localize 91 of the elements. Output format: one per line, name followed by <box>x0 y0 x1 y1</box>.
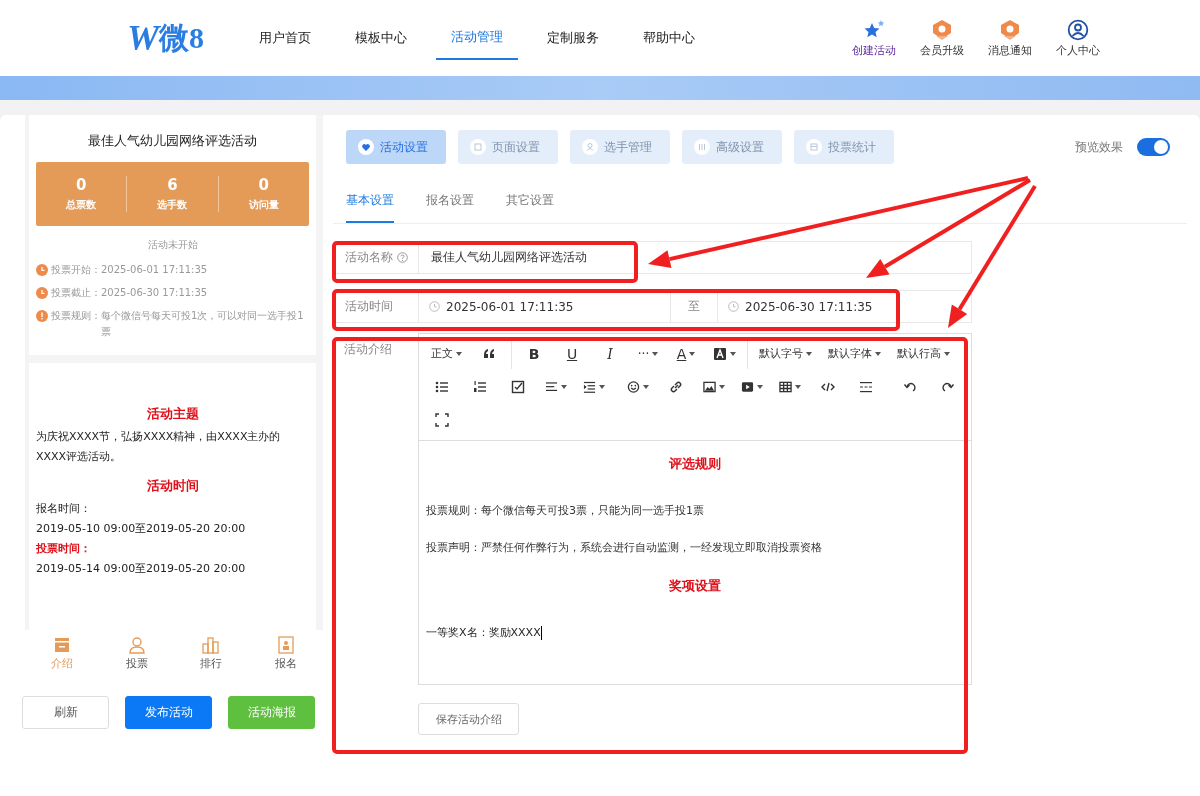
stat-label: 选手数 <box>156 198 189 212</box>
link-icon <box>669 379 683 394</box>
bottom-tab[interactable]: 排行 <box>174 630 249 676</box>
toolbar-button[interactable]: I <box>591 338 629 369</box>
nav-action-link[interactable]: 创建活动 <box>852 42 896 58</box>
numbered-list-icon <box>473 379 487 394</box>
info-value: 2025-06-01 17:11:35 <box>101 263 209 277</box>
clock-icon <box>36 287 48 299</box>
smiley-icon <box>627 379 640 394</box>
body-text: 为庆祝XXXX节，弘扬XXXX精神，由XXXX主办的XXXX评选活动。 <box>36 429 282 465</box>
badge-card-icon <box>276 635 295 654</box>
clock-icon <box>728 301 739 312</box>
toolbar-button[interactable]: 默认字号 <box>751 338 820 369</box>
bottom-tab[interactable]: 报名 <box>248 630 323 676</box>
medal-icon <box>999 18 1021 41</box>
content-heading: 评选规则 <box>668 455 722 473</box>
table-icon <box>806 139 822 155</box>
info-value: 2025-06-30 17:11:35 <box>101 286 209 300</box>
clock-icon <box>429 301 440 312</box>
table-icon <box>779 379 792 394</box>
person-icon <box>127 635 146 654</box>
nav-link[interactable]: 定制服务 <box>532 0 614 76</box>
status-text: 活动未开始 <box>146 238 199 252</box>
section-label: 投票时间： <box>36 541 92 557</box>
sub-tab[interactable]: 其它设置 <box>506 184 554 223</box>
toolbar-button[interactable]: 默认字体 <box>820 338 889 369</box>
text-cursor <box>540 625 542 640</box>
nav-link[interactable]: 帮助中心 <box>628 0 710 76</box>
nav-action-link[interactable]: 个人中心 <box>1056 42 1100 58</box>
medal-icon <box>931 18 953 41</box>
nav-link[interactable]: 活动管理 <box>436 0 518 60</box>
info-label: 投票规则： <box>51 309 101 323</box>
sub-tab[interactable]: 基本设置 <box>346 184 394 223</box>
info-label: 投票开始： <box>51 263 101 277</box>
info-label: 投票截止： <box>51 286 101 300</box>
sub-tab[interactable]: 报名设置 <box>426 184 474 223</box>
paragraph: 一等奖X名：奖励XXXX <box>426 626 541 639</box>
toolbar-button[interactable]: ··· <box>629 338 667 369</box>
logo: W微8 <box>127 17 205 59</box>
refresh-button[interactable]: 刷新 <box>22 696 109 729</box>
content-heading: 奖项设置 <box>668 577 722 595</box>
toolbar-button[interactable]: U <box>553 338 591 369</box>
bottom-tab[interactable]: 投票 <box>99 630 174 676</box>
toolbar-button[interactable]: B <box>515 338 553 369</box>
clock-icon <box>36 264 48 276</box>
preview-switch[interactable] <box>1137 138 1170 156</box>
toggle-label: 预览效果 <box>1075 138 1123 156</box>
list-item: 投票声明：严禁任何作弊行为，系统会进行自动监测，一经发现立即取消投票资格 <box>426 540 823 555</box>
alert-icon <box>36 310 48 322</box>
body-text: 2019-05-10 09:00至2019-05-20 20:00 <box>36 521 247 537</box>
section-heading: 活动主题 <box>145 405 200 423</box>
nav-action-link[interactable]: 会员升级 <box>920 42 964 58</box>
date-field[interactable]: 2025-06-01 17:11:35 <box>419 291 671 322</box>
quote-icon <box>482 346 496 361</box>
divider-icon <box>859 379 873 394</box>
bulleted-list-icon <box>435 379 449 394</box>
activity-title: 最佳人气幼儿园网络评选活动 <box>87 132 258 150</box>
ranking-icon <box>202 635 221 654</box>
range-separator: 至 <box>687 298 701 315</box>
field-label: 活动介绍 <box>344 341 392 358</box>
checkbox-icon <box>511 379 525 394</box>
indent-icon <box>583 379 596 394</box>
save-button[interactable]: 保存活动介绍 <box>418 703 519 735</box>
publish-button[interactable]: 发布活动 <box>125 696 212 729</box>
editor-content[interactable]: 评选规则 投票规则：每个微信每天可投3票，只能为同一选手投1票 投票声明：严禁任何作弊行为，系统会进行自动监测，一经发现立即取消投票资格 奖项设置 一等奖X名：奖励XXXX <box>419 441 971 684</box>
stat-label: 访问量 <box>247 198 280 212</box>
nav-action-link[interactable]: 消息通知 <box>988 42 1032 58</box>
page-icon <box>470 139 486 155</box>
nav-link[interactable]: 用户首页 <box>244 0 326 76</box>
stat-value: 0 <box>257 176 271 194</box>
user-icon <box>1067 18 1089 41</box>
stat-label: 总票数 <box>64 198 98 212</box>
person-icon <box>582 139 598 155</box>
toolbar-button[interactable]: 正文 <box>423 338 470 369</box>
toolbar-button[interactable]: A <box>667 338 705 369</box>
text-background-icon <box>713 346 727 361</box>
fullscreen-icon <box>435 412 449 427</box>
stat-value: 0 <box>74 176 88 194</box>
image-icon <box>703 379 716 394</box>
list-item: 投票规则：每个微信每天可投3票，只能为同一选手投1票 <box>426 503 705 518</box>
field-label: 活动时间 <box>345 298 393 315</box>
document-icon <box>53 635 72 654</box>
section-heading: 活动时间 <box>145 477 200 495</box>
body-text: 2019-05-14 09:00至2019-05-20 20:00 <box>36 561 247 577</box>
columns-icon <box>694 139 710 155</box>
nav-link[interactable]: 模板中心 <box>340 0 422 76</box>
video-icon <box>741 379 754 394</box>
body-text: 报名时间： <box>36 501 92 517</box>
align-left-icon <box>545 379 558 394</box>
stat-value: 6 <box>166 176 179 194</box>
toolbar-button[interactable]: 默认行高 <box>889 338 958 369</box>
